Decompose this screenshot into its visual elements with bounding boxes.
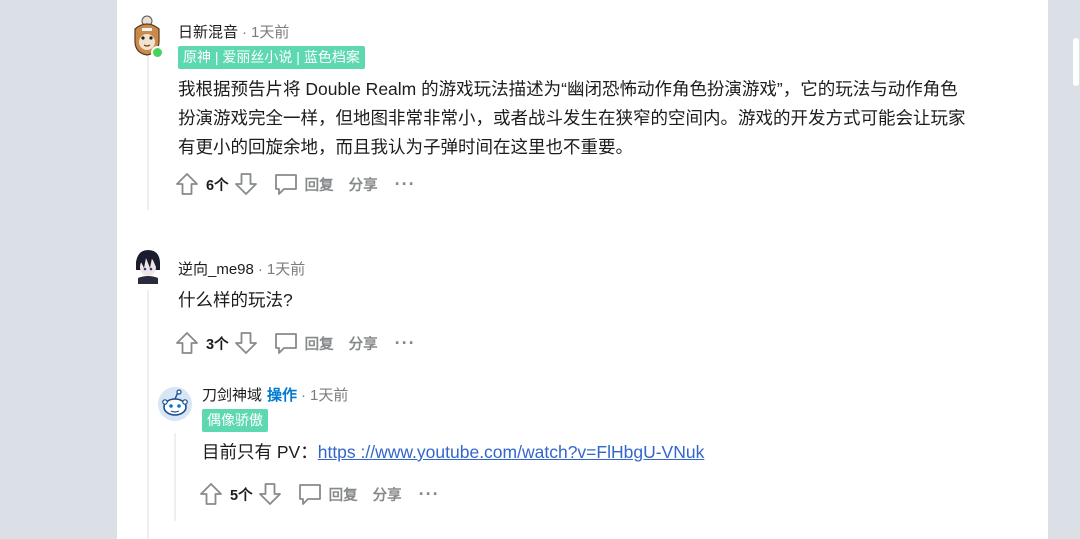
scrollbar-thumb[interactable]: [1073, 38, 1079, 86]
downvote-icon: [258, 483, 281, 505]
comment-line: 扮演游戏完全一样，但地图非常非常小，或者战斗发生在狭窄的空间内。游戏的开发方式可…: [178, 108, 966, 128]
avatar[interactable]: [157, 386, 193, 422]
reply-button[interactable]: 回复: [273, 330, 334, 356]
more-icon: ···: [394, 332, 416, 353]
reply-button[interactable]: 回复: [297, 481, 358, 507]
share-button[interactable]: 分享: [373, 484, 402, 505]
comment-line: 我根据预告片将 Double Realm 的游戏玩法描述为“幽闭恐怖动作角色扮演…: [178, 79, 958, 99]
reply-label: 回复: [304, 177, 334, 194]
comment-actions: 3个 回复 分享 ···: [174, 329, 416, 357]
timestamp[interactable]: 1天前: [251, 24, 289, 41]
op-badge: 操作: [267, 387, 298, 404]
comment-body: 目前只有 PV：https ://www.youtube.com/watch?v…: [202, 438, 1002, 467]
thread-line[interactable]: [147, 55, 149, 210]
comment-body: 什么样的玩法?: [178, 286, 578, 315]
more-options-button[interactable]: ···: [419, 484, 440, 505]
online-indicator: [151, 46, 164, 59]
vote-count: 5个: [230, 487, 253, 504]
upvote-icon: [176, 173, 198, 195]
username[interactable]: 日新混音: [178, 24, 238, 41]
more-options-button[interactable]: ···: [395, 333, 416, 354]
upvote-button[interactable]: [174, 330, 200, 356]
comment-meta: 刀剑神域 操作 · 1天前: [202, 384, 348, 405]
comment-meta: 日新混音 · 1天前: [178, 21, 289, 42]
user-flair: 原神 | 爱丽丝小说 | 蓝色档案: [178, 46, 365, 69]
share-button[interactable]: 分享: [349, 333, 378, 354]
avatar[interactable]: [132, 248, 164, 284]
reply-label: 回复: [304, 336, 334, 353]
comment-line: 有更小的回旋余地，而且我认为子弹时间在这里也不重要。: [178, 137, 633, 157]
more-options-button[interactable]: ···: [395, 174, 416, 195]
username[interactable]: 刀剑神域: [202, 387, 262, 404]
comment-body: 我根据预告片将 Double Realm 的游戏玩法描述为“幽闭恐怖动作角色扮演…: [178, 75, 998, 162]
timestamp[interactable]: 1天前: [267, 261, 305, 278]
vote-count: 3个: [206, 336, 229, 353]
avatar-anime-icon: [136, 250, 160, 284]
comment-bubble-icon: [274, 174, 297, 195]
share-button[interactable]: 分享: [349, 174, 378, 195]
thread-line[interactable]: [147, 290, 149, 539]
comments-panel: 日新混音 · 1天前 原神 | 爱丽丝小说 | 蓝色档案 我根据预告片将 Doubl…: [117, 0, 1048, 539]
share-label: 分享: [348, 177, 378, 194]
timestamp[interactable]: 1天前: [310, 387, 348, 404]
scrollbar-track[interactable]: [1073, 0, 1080, 539]
comment-actions: 5个 回复 分享 ···: [198, 480, 440, 508]
comment-text: 目前只有 PV：: [202, 442, 318, 462]
downvote-button[interactable]: [233, 171, 259, 197]
meta-separator: ·: [301, 387, 307, 404]
downvote-button[interactable]: [257, 481, 283, 507]
user-flair: 偶像骄傲: [202, 409, 268, 432]
meta-separator: ·: [257, 261, 263, 278]
comment-meta: 逆向_me98 · 1天前: [178, 258, 305, 279]
share-label: 分享: [372, 487, 402, 504]
meta-separator: ·: [242, 24, 248, 41]
upvote-icon: [176, 332, 198, 354]
snoo-avatar-icon: [158, 387, 192, 421]
vote-count: 6个: [206, 177, 229, 194]
comment-bubble-icon: [274, 333, 297, 354]
upvote-icon: [200, 483, 222, 505]
upvote-button[interactable]: [174, 171, 200, 197]
downvote-button[interactable]: [233, 330, 259, 356]
username[interactable]: 逆向_me98: [178, 261, 254, 278]
downvote-icon: [234, 173, 257, 195]
comment-actions: 6个 回复 分享 ···: [174, 170, 416, 198]
upvote-button[interactable]: [198, 481, 224, 507]
thread-line[interactable]: [174, 433, 176, 521]
more-icon: ···: [418, 483, 440, 504]
youtube-link[interactable]: https ://www.youtube.com/watch?v=FlHbgU-…: [318, 442, 705, 462]
reply-label: 回复: [328, 487, 358, 504]
downvote-icon: [234, 332, 257, 354]
share-label: 分享: [348, 336, 378, 353]
comment-bubble-icon: [298, 484, 321, 505]
avatar[interactable]: [130, 15, 164, 59]
more-icon: ···: [394, 173, 416, 194]
reply-button[interactable]: 回复: [273, 171, 334, 197]
comment-line: 什么样的玩法?: [178, 290, 293, 310]
